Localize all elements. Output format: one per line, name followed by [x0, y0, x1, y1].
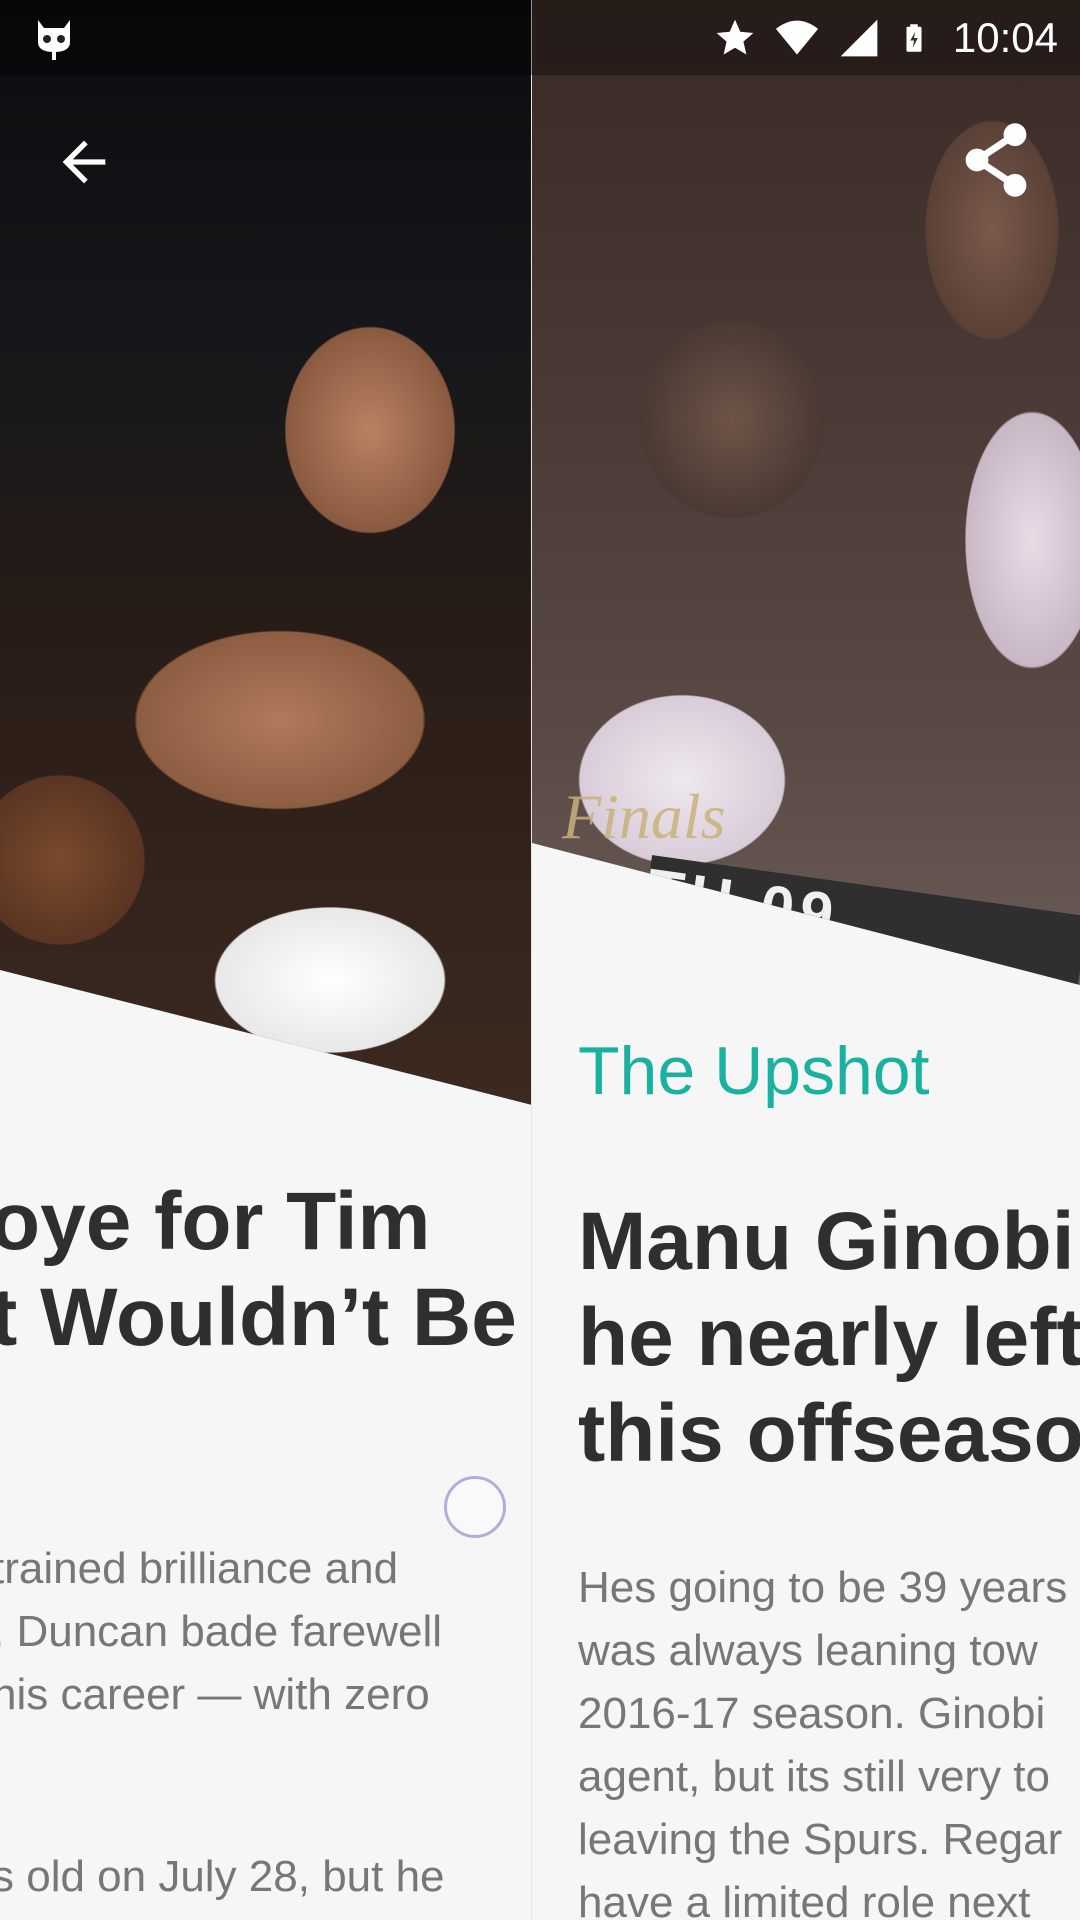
article-body: Hes going to be 39 years was always lean… — [578, 1556, 1067, 1920]
status-icons: 10:04 — [713, 8, 1058, 68]
body-line: trained brilliance and — [0, 1544, 399, 1593]
body-line: was always leaning tow — [578, 1626, 1038, 1675]
headline-line: he nearly left — [578, 1292, 1080, 1383]
headline-line: this offseason — [578, 1388, 1080, 1479]
headline-line: Manu Ginobili — [578, 1196, 1080, 1287]
body-line: s old on July 28, but he — [0, 1852, 445, 1901]
body-line: 2016-17 season. Ginobi — [578, 1689, 1046, 1738]
signal-icon — [840, 19, 878, 57]
article-body: trained brilliance and , Duncan bade far… — [0, 1537, 442, 1726]
body-line: , Duncan bade farewell — [0, 1607, 443, 1656]
article-headline: oye for Tim t Wouldn’t Be — [0, 1174, 517, 1366]
star-icon — [716, 19, 754, 55]
battery-icon — [906, 24, 922, 52]
wifi-icon — [775, 20, 818, 55]
scoreboard-graphic: TH 09 — [639, 855, 1080, 1005]
finals-logo: Finals — [562, 781, 726, 852]
headline-line: oye for Tim — [0, 1176, 431, 1267]
article-headline: Manu Ginobili he nearly left this offsea… — [578, 1194, 1080, 1482]
arrow-left-icon[interactable] — [52, 130, 116, 194]
body-line: leaving the Spurs. Regar — [578, 1815, 1063, 1864]
body-line: agent, but its still very to — [578, 1752, 1050, 1801]
clock: 10:04 — [952, 14, 1058, 61]
cyanogen-icon — [38, 20, 70, 60]
body-line: have a limited role next — [578, 1878, 1031, 1920]
status-bar: 10:04 — [0, 0, 1080, 75]
body-line: Hes going to be 39 years — [578, 1563, 1068, 1612]
share-icon[interactable] — [958, 118, 1034, 202]
left-article-panel[interactable]: oye for Tim t Wouldn’t Be trained brilli… — [0, 0, 532, 1920]
right-article-panel[interactable]: Finals TH 09 The Upshot Manu Ginobili he… — [532, 0, 1080, 1920]
touch-indicator — [444, 1476, 506, 1538]
headline-line: t Wouldn’t Be — [0, 1272, 517, 1363]
article-body-paragraph-2: s old on July 28, but he — [0, 1845, 445, 1908]
section-kicker[interactable]: The Upshot — [578, 1032, 930, 1110]
body-line: his career — with zero — [0, 1670, 430, 1719]
